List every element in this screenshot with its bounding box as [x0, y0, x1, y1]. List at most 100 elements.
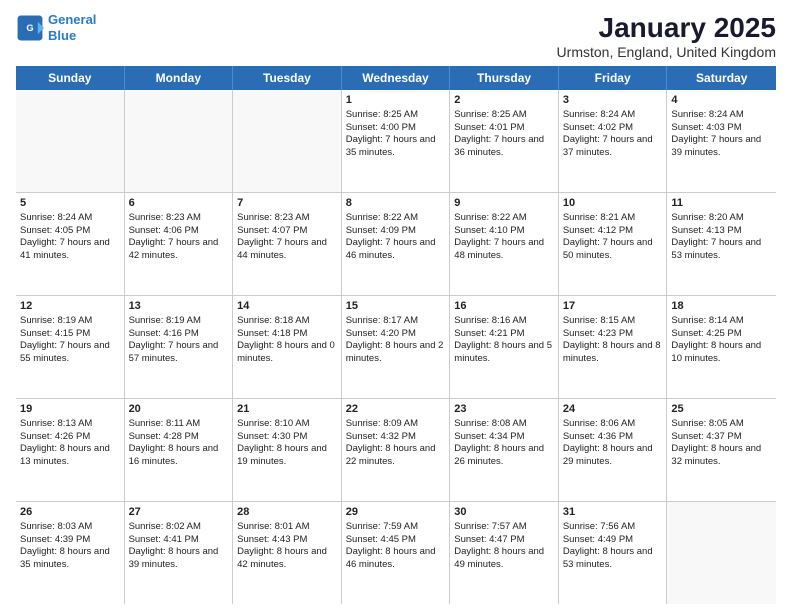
day-info: Sunset: 4:34 PM [454, 431, 554, 444]
calendar-cell: 2Sunrise: 8:25 AMSunset: 4:01 PMDaylight… [450, 90, 559, 192]
logo-text: General Blue [48, 12, 96, 43]
day-number: 8 [346, 196, 446, 211]
day-info: Daylight: 8 hours and 13 minutes. [20, 443, 120, 469]
day-info: Sunrise: 8:10 AM [237, 418, 337, 431]
day-info: Sunrise: 8:24 AM [671, 109, 772, 122]
calendar-cell: 25Sunrise: 8:05 AMSunset: 4:37 PMDayligh… [667, 399, 776, 501]
day-number: 2 [454, 93, 554, 108]
day-info: Sunrise: 8:13 AM [20, 418, 120, 431]
calendar-cell: 21Sunrise: 8:10 AMSunset: 4:30 PMDayligh… [233, 399, 342, 501]
day-number: 28 [237, 505, 337, 520]
day-info: Sunset: 4:10 PM [454, 225, 554, 238]
day-number: 10 [563, 196, 663, 211]
day-number: 31 [563, 505, 663, 520]
day-number: 11 [671, 196, 772, 211]
day-number: 21 [237, 402, 337, 417]
calendar-row-1: 1Sunrise: 8:25 AMSunset: 4:00 PMDaylight… [16, 90, 776, 193]
day-info: Daylight: 8 hours and 16 minutes. [129, 443, 229, 469]
day-info: Daylight: 8 hours and 39 minutes. [129, 546, 229, 572]
day-info: Sunrise: 8:02 AM [129, 521, 229, 534]
calendar-cell: 20Sunrise: 8:11 AMSunset: 4:28 PMDayligh… [125, 399, 234, 501]
day-info: Sunrise: 8:01 AM [237, 521, 337, 534]
day-number: 5 [20, 196, 120, 211]
day-info: Sunrise: 8:05 AM [671, 418, 772, 431]
day-info: Sunrise: 8:08 AM [454, 418, 554, 431]
subtitle: Urmston, England, United Kingdom [557, 44, 776, 60]
day-info: Daylight: 8 hours and 26 minutes. [454, 443, 554, 469]
day-info: Sunset: 4:41 PM [129, 534, 229, 547]
day-info: Daylight: 8 hours and 5 minutes. [454, 340, 554, 366]
day-info: Daylight: 8 hours and 10 minutes. [671, 340, 772, 366]
day-info: Sunset: 4:15 PM [20, 328, 120, 341]
day-info: Sunset: 4:06 PM [129, 225, 229, 238]
day-info: Sunrise: 8:19 AM [20, 315, 120, 328]
day-info: Sunset: 4:39 PM [20, 534, 120, 547]
calendar-cell: 23Sunrise: 8:08 AMSunset: 4:34 PMDayligh… [450, 399, 559, 501]
calendar-row-3: 12Sunrise: 8:19 AMSunset: 4:15 PMDayligh… [16, 296, 776, 399]
day-number: 18 [671, 299, 772, 314]
day-info: Sunset: 4:09 PM [346, 225, 446, 238]
day-info: Sunrise: 8:16 AM [454, 315, 554, 328]
page: G General Blue January 2025 Urmston, Eng… [0, 0, 792, 612]
calendar-row-2: 5Sunrise: 8:24 AMSunset: 4:05 PMDaylight… [16, 193, 776, 296]
calendar-cell: 28Sunrise: 8:01 AMSunset: 4:43 PMDayligh… [233, 502, 342, 604]
calendar-cell: 27Sunrise: 8:02 AMSunset: 4:41 PMDayligh… [125, 502, 234, 604]
day-header-monday: Monday [125, 66, 234, 90]
day-info: Sunrise: 8:09 AM [346, 418, 446, 431]
day-info: Sunrise: 8:11 AM [129, 418, 229, 431]
calendar-cell: 7Sunrise: 8:23 AMSunset: 4:07 PMDaylight… [233, 193, 342, 295]
day-info: Daylight: 8 hours and 2 minutes. [346, 340, 446, 366]
logo-line2: Blue [48, 28, 76, 43]
day-info: Daylight: 7 hours and 46 minutes. [346, 237, 446, 263]
calendar-cell [233, 90, 342, 192]
day-info: Daylight: 8 hours and 49 minutes. [454, 546, 554, 572]
day-info: Sunset: 4:16 PM [129, 328, 229, 341]
day-info: Daylight: 8 hours and 46 minutes. [346, 546, 446, 572]
day-info: Daylight: 8 hours and 42 minutes. [237, 546, 337, 572]
day-info: Sunrise: 7:59 AM [346, 521, 446, 534]
day-info: Daylight: 8 hours and 32 minutes. [671, 443, 772, 469]
day-number: 12 [20, 299, 120, 314]
day-number: 13 [129, 299, 229, 314]
day-header-saturday: Saturday [667, 66, 776, 90]
calendar-cell: 5Sunrise: 8:24 AMSunset: 4:05 PMDaylight… [16, 193, 125, 295]
day-info: Sunrise: 8:19 AM [129, 315, 229, 328]
day-info: Sunrise: 7:57 AM [454, 521, 554, 534]
calendar-cell: 26Sunrise: 8:03 AMSunset: 4:39 PMDayligh… [16, 502, 125, 604]
day-info: Sunset: 4:49 PM [563, 534, 663, 547]
day-info: Daylight: 7 hours and 50 minutes. [563, 237, 663, 263]
header: G General Blue January 2025 Urmston, Eng… [16, 12, 776, 60]
day-info: Daylight: 7 hours and 42 minutes. [129, 237, 229, 263]
calendar-cell: 11Sunrise: 8:20 AMSunset: 4:13 PMDayligh… [667, 193, 776, 295]
logo: G General Blue [16, 12, 96, 43]
day-info: Daylight: 7 hours and 39 minutes. [671, 134, 772, 160]
day-info: Sunset: 4:20 PM [346, 328, 446, 341]
day-info: Sunrise: 8:23 AM [129, 212, 229, 225]
day-info: Sunrise: 8:17 AM [346, 315, 446, 328]
day-number: 3 [563, 93, 663, 108]
day-number: 4 [671, 93, 772, 108]
calendar-cell: 10Sunrise: 8:21 AMSunset: 4:12 PMDayligh… [559, 193, 668, 295]
day-info: Sunrise: 8:22 AM [346, 212, 446, 225]
day-number: 1 [346, 93, 446, 108]
day-info: Daylight: 7 hours and 48 minutes. [454, 237, 554, 263]
day-number: 19 [20, 402, 120, 417]
day-info: Daylight: 8 hours and 8 minutes. [563, 340, 663, 366]
day-info: Daylight: 8 hours and 35 minutes. [20, 546, 120, 572]
title-block: January 2025 Urmston, England, United Ki… [557, 12, 776, 60]
day-info: Daylight: 7 hours and 57 minutes. [129, 340, 229, 366]
calendar-cell: 29Sunrise: 7:59 AMSunset: 4:45 PMDayligh… [342, 502, 451, 604]
day-info: Sunrise: 8:25 AM [454, 109, 554, 122]
day-number: 23 [454, 402, 554, 417]
day-number: 6 [129, 196, 229, 211]
day-number: 24 [563, 402, 663, 417]
day-info: Sunset: 4:47 PM [454, 534, 554, 547]
calendar-cell: 12Sunrise: 8:19 AMSunset: 4:15 PMDayligh… [16, 296, 125, 398]
calendar-cell: 1Sunrise: 8:25 AMSunset: 4:00 PMDaylight… [342, 90, 451, 192]
day-info: Sunset: 4:36 PM [563, 431, 663, 444]
day-info: Sunset: 4:01 PM [454, 122, 554, 135]
calendar-cell: 17Sunrise: 8:15 AMSunset: 4:23 PMDayligh… [559, 296, 668, 398]
calendar-cell: 22Sunrise: 8:09 AMSunset: 4:32 PMDayligh… [342, 399, 451, 501]
calendar-cell: 6Sunrise: 8:23 AMSunset: 4:06 PMDaylight… [125, 193, 234, 295]
day-info: Sunset: 4:13 PM [671, 225, 772, 238]
